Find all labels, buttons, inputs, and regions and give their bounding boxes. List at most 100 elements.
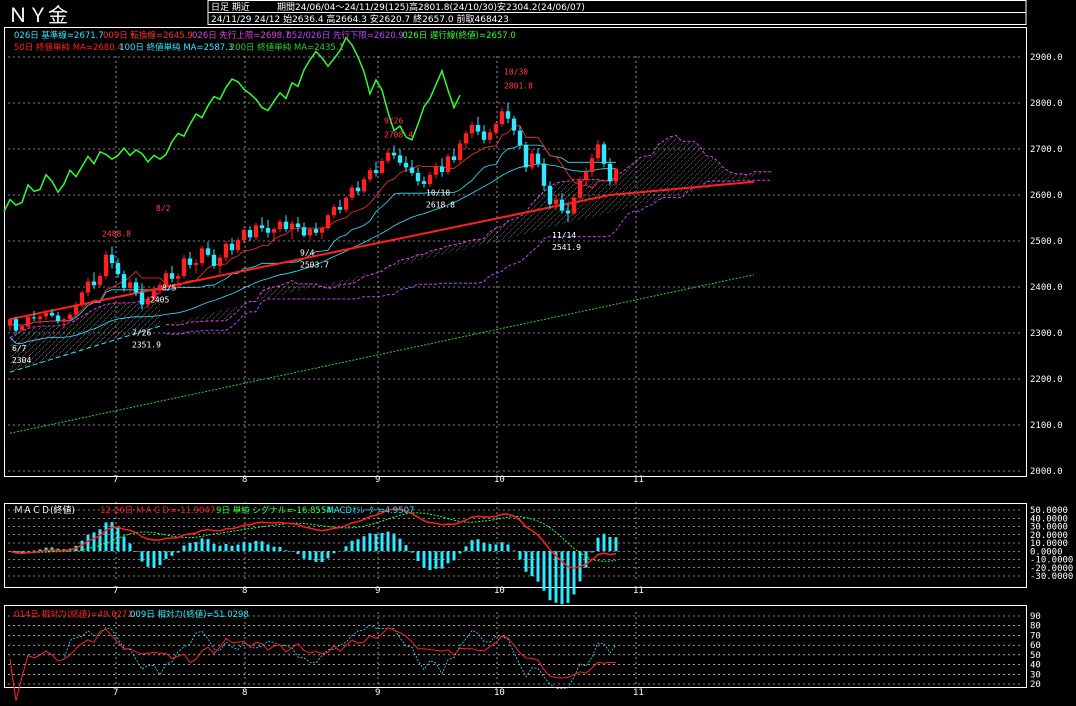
macd-histogram-bar [512,550,516,552]
macd-histogram-bar [266,544,270,552]
price-annotation: 2304 [12,356,31,365]
candle-up [79,292,85,305]
macd-histogram-bar [566,551,570,603]
senkou-span-b [165,179,772,335]
macd-histogram-bar [224,543,228,552]
candle-up [307,229,313,236]
macd-histogram-bar [128,543,132,552]
candle-down [517,130,523,146]
y-tick-label: 40 [1030,661,1041,671]
macd-histogram-bar [242,541,246,552]
candle-up [595,144,601,159]
candle-down [49,312,55,316]
price-annotation: 2351.9 [132,341,161,350]
x-tick-label: 9 [375,688,380,698]
rsi-legend: 014日 相対力(終値)=49.6271009日 相対力(終値)=51.0298 [14,609,249,620]
legend-entry: 50日 終値単純 MA=2680.4 [14,42,123,53]
price-annotation: 10/10 [426,189,450,198]
ma200-line [9,274,755,434]
candle-up [25,316,31,327]
price-annotation: 10/30 [504,68,528,77]
chart-canvas: ＮＹ金 日足 期近 期間24/06/04～24/11/29(125)高2801.… [0,0,1076,701]
macd-histogram-bar [452,551,456,561]
price-annotation: 2405 [150,295,169,304]
x-tick-label: 8 [242,586,247,596]
x-tick-label: 11 [633,586,644,596]
ohlc-info: 24/11/29 24/12 始2636.4 高2664.3 安2620.7 終… [211,13,509,25]
macd-histogram-bar [188,542,192,552]
macd-histogram-bar [506,544,510,552]
candle-up [445,156,451,172]
candle-up [37,316,43,320]
macd-histogram-bar [416,551,420,562]
candle-down [535,153,541,164]
macd-histogram-bar [464,546,468,552]
macd-histogram-bar [134,551,138,552]
candle-down [169,273,175,279]
macd-histogram-bar [26,551,30,552]
x-tick-label: 8 [242,688,247,698]
price-annotation: 9/26 [384,116,403,125]
price-annotation: 2801.8 [504,82,533,91]
candle-up [457,143,463,161]
macd-histogram-bar [104,522,108,552]
candle-up [385,152,391,161]
candle-up [427,174,433,184]
candle-down [523,145,529,168]
rsi14-line [9,627,617,701]
y-tick-label: 50 [1030,651,1041,661]
price-annotation: 8/5 [162,283,177,292]
y-tick-label: 20 [1030,680,1041,690]
macd-histogram-bar [362,536,366,552]
candle-up [529,153,535,168]
legend-entry: 009日 転換線=2645.9 [103,30,193,41]
macd-histogram-bar [320,551,324,562]
macd-histogram-bar [596,537,600,552]
candle-down [265,228,271,233]
candle-down [481,131,487,140]
rsi9-line [9,624,617,701]
macd-histogram-bar [116,527,120,552]
y-tick-label: 2600.0 [1030,191,1063,201]
price-annotation: 2541.9 [552,243,581,252]
candle-down [259,225,265,229]
macd-histogram-bar [176,551,180,553]
macd-histogram-bar [110,522,114,552]
macd-histogram-bar [272,546,276,552]
y-tick-label: 2500.0 [1030,237,1063,247]
macd-histogram-bar [344,546,348,552]
macd-histogram-bar [218,545,222,552]
candle-down [31,317,37,319]
candle-down [601,144,607,164]
macd-histogram-bar [296,551,300,555]
price-annotation: 2488.8 [102,230,131,239]
candle-up [325,215,331,229]
candle-up [349,187,355,198]
candle-down [409,167,415,173]
y-tick-label: 30 [1030,670,1041,680]
price-annotation: 7/26 [132,329,151,338]
candle-up [223,243,229,258]
candle-down [205,248,211,255]
candle-down [55,315,61,322]
candle-up [469,125,475,134]
period-info: 期間24/06/04～24/11/29(125)高2801.8(24/10/30… [277,1,585,13]
candle-down [547,185,553,205]
candle-up [43,312,49,317]
candle-up [319,228,325,233]
y-tick-label: 2100.0 [1030,421,1063,431]
candle-up [241,229,247,241]
candle-up [583,172,589,181]
candle-down [421,181,427,184]
candle-down [511,118,517,131]
x-tick-label: 10 [494,688,505,698]
candle-up [331,206,337,216]
macd-histogram-bar [146,551,150,567]
candle-up [181,258,187,276]
macd-histogram-bar [350,540,354,552]
y-tick-label: 2800.0 [1030,99,1063,109]
macd-histogram-bar [236,544,240,552]
macd-histogram-bar [392,533,396,552]
legend-entry: 052/026日 先行下限=2620.9 [286,30,403,41]
candle-down [559,199,565,211]
